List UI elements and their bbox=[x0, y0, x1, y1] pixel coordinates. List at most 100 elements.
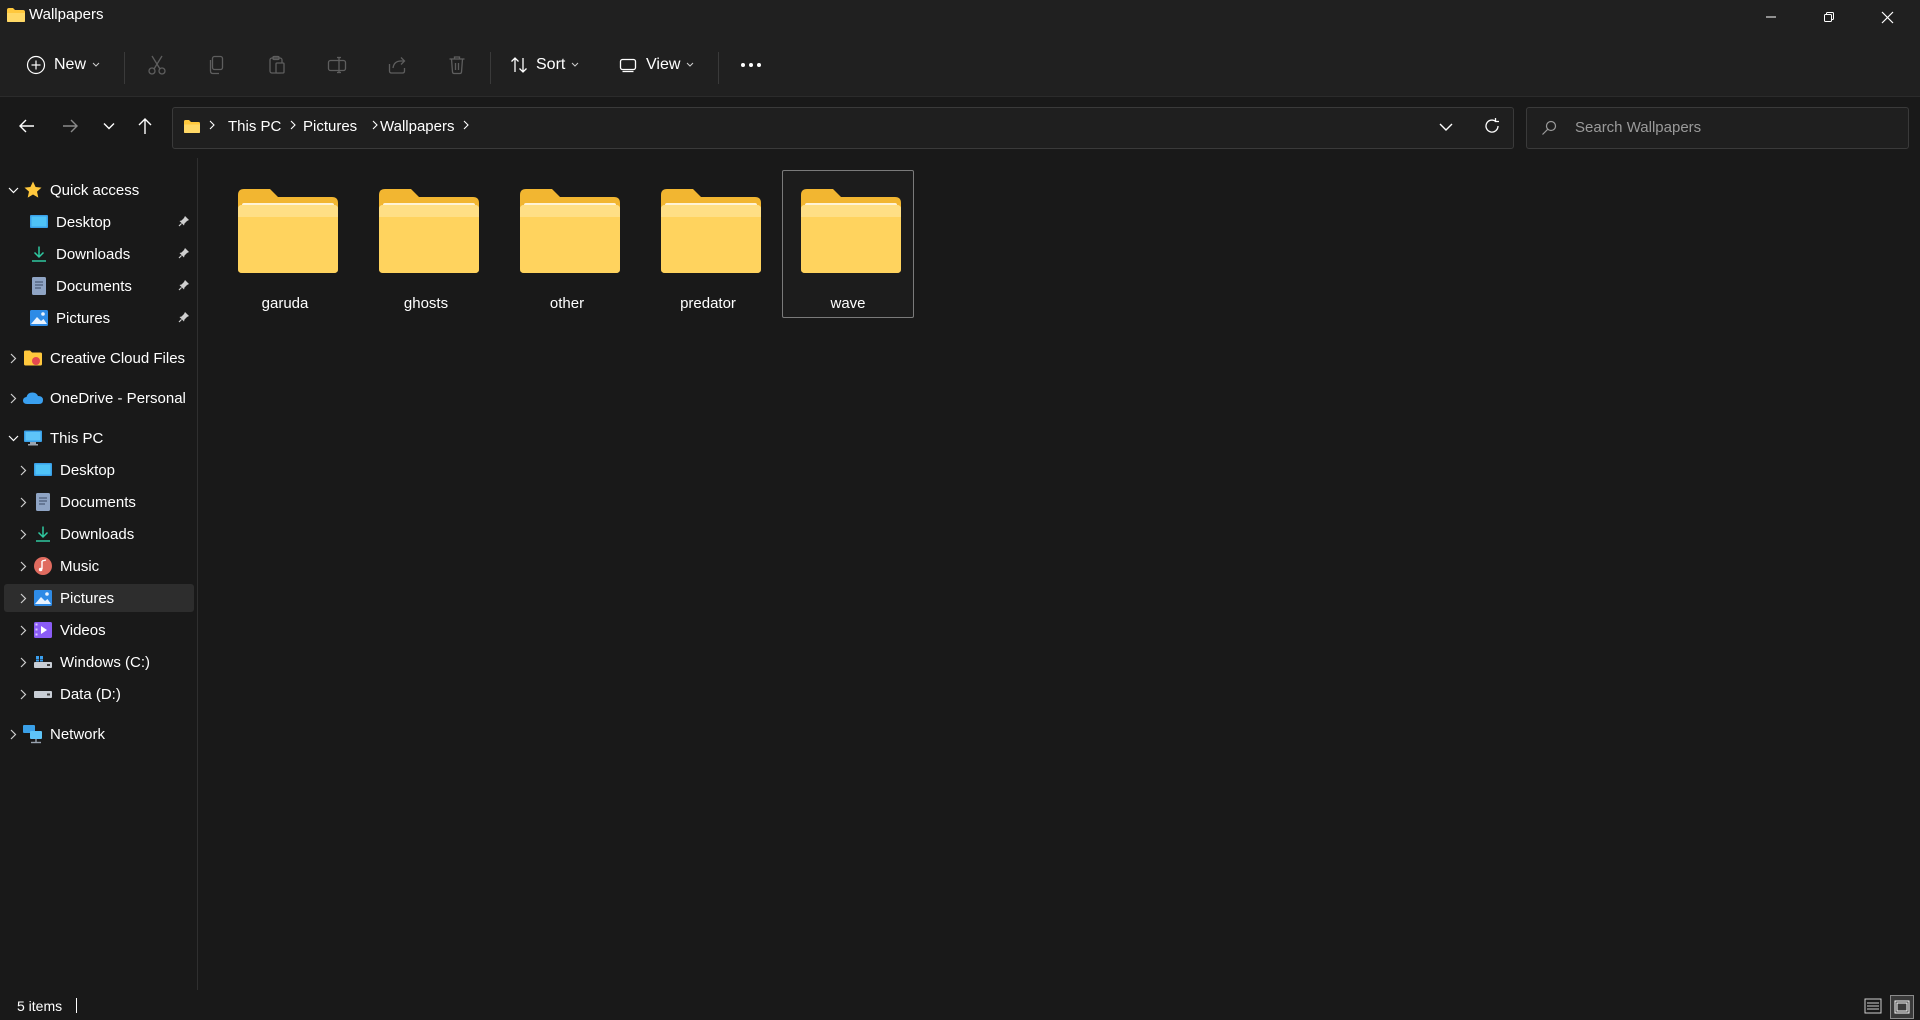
sidebar-item-pc-pictures[interactable]: Pictures bbox=[4, 584, 194, 612]
new-label: New bbox=[54, 56, 87, 73]
sidebar-item-label: Creative Cloud Files bbox=[50, 349, 186, 367]
pin-icon bbox=[178, 215, 190, 227]
folder-item[interactable]: predator bbox=[642, 170, 774, 318]
sidebar-item-pc-music[interactable]: Music bbox=[4, 552, 194, 580]
rename-button[interactable] bbox=[314, 48, 360, 82]
chevron-right-icon[interactable] bbox=[14, 593, 32, 604]
navigation-row: This PC Pictures Wallpapers Search Wallp… bbox=[0, 97, 1920, 158]
up-button[interactable] bbox=[128, 109, 162, 143]
sidebar-item-pc-drive-c[interactable]: Windows (C:) bbox=[4, 648, 194, 676]
sidebar-item-qa-documents[interactable]: Documents bbox=[4, 272, 194, 300]
breadcrumb-this-pc[interactable]: This PC bbox=[228, 118, 281, 135]
sort-button[interactable]: Sort bbox=[502, 48, 594, 82]
view-button[interactable]: View bbox=[610, 48, 704, 82]
cut-button[interactable] bbox=[134, 48, 180, 82]
sidebar-item-qa-pictures[interactable]: Pictures bbox=[4, 304, 194, 332]
chevron-right-icon[interactable] bbox=[4, 729, 22, 740]
forward-button[interactable] bbox=[53, 109, 87, 143]
chevron-right-icon[interactable] bbox=[14, 465, 32, 476]
chevron-right-icon[interactable] bbox=[14, 625, 32, 636]
breadcrumb-wallpapers[interactable]: Wallpapers bbox=[380, 118, 454, 135]
chevron-right-icon[interactable] bbox=[4, 393, 22, 404]
sidebar-item-pc-drive-d[interactable]: Data (D:) bbox=[4, 680, 194, 708]
sidebar-item-pc-desktop[interactable]: Desktop bbox=[4, 456, 194, 484]
delete-button[interactable] bbox=[434, 48, 480, 82]
arrow-up-icon bbox=[138, 118, 152, 134]
chevron-right-icon bbox=[209, 120, 215, 130]
pictures-icon bbox=[28, 308, 50, 328]
refresh-icon bbox=[1485, 118, 1499, 133]
chevron-right-icon[interactable] bbox=[14, 561, 32, 572]
refresh-button[interactable] bbox=[1483, 117, 1501, 135]
sidebar-item-label: Downloads bbox=[60, 525, 135, 543]
large-icons-view-button[interactable] bbox=[1890, 995, 1914, 1019]
chevron-right-icon[interactable] bbox=[14, 689, 32, 700]
close-button[interactable] bbox=[1858, 0, 1916, 34]
share-button[interactable] bbox=[374, 48, 420, 82]
status-bar: 5 items bbox=[0, 990, 1920, 1020]
videos-icon bbox=[32, 620, 54, 640]
sidebar-item-label: Videos bbox=[60, 621, 106, 639]
details-view-button[interactable] bbox=[1862, 995, 1884, 1017]
chevron-right-icon[interactable] bbox=[14, 657, 32, 668]
title-bar: Wallpapers bbox=[0, 0, 1920, 34]
music-icon bbox=[32, 556, 54, 576]
sidebar-item-pc-documents[interactable]: Documents bbox=[4, 488, 194, 516]
sidebar-item-quick-access[interactable]: Quick access bbox=[4, 176, 194, 204]
sidebar-item-label: Documents bbox=[60, 493, 136, 511]
chevron-down-icon bbox=[686, 62, 694, 68]
plus-circle-icon bbox=[18, 55, 54, 75]
drive-d-icon bbox=[32, 684, 54, 704]
sidebar-item-qa-downloads[interactable]: Downloads bbox=[4, 240, 194, 268]
chevron-down-icon[interactable] bbox=[4, 435, 22, 442]
sidebar-item-pc-videos[interactable]: Videos bbox=[4, 616, 194, 644]
restore-icon bbox=[1824, 12, 1834, 22]
address-bar[interactable]: This PC Pictures Wallpapers bbox=[172, 107, 1514, 149]
paste-button[interactable] bbox=[254, 48, 300, 82]
sidebar-item-this-pc[interactable]: This PC bbox=[4, 424, 194, 452]
folder-icon bbox=[661, 189, 761, 273]
folder-item[interactable]: ghosts bbox=[360, 170, 492, 318]
folder-item[interactable]: wave bbox=[782, 170, 914, 318]
window-title: Wallpapers bbox=[29, 6, 104, 23]
details-view-icon bbox=[1864, 998, 1882, 1014]
sidebar-item-label: Pictures bbox=[60, 589, 115, 607]
minimize-button[interactable] bbox=[1742, 0, 1800, 34]
toolbar-divider bbox=[124, 52, 125, 84]
new-button[interactable]: New bbox=[18, 48, 110, 82]
sidebar-item-label: Data (D:) bbox=[60, 685, 121, 703]
search-box[interactable]: Search Wallpapers bbox=[1526, 107, 1909, 149]
sidebar-item-label: Desktop bbox=[60, 461, 116, 479]
chevron-right-icon[interactable] bbox=[14, 529, 32, 540]
cut-icon bbox=[134, 55, 180, 75]
folder-icon bbox=[520, 189, 620, 273]
back-button[interactable] bbox=[10, 109, 44, 143]
cloud-icon bbox=[22, 388, 44, 408]
chevron-right-icon[interactable] bbox=[14, 497, 32, 508]
sidebar-item-qa-desktop[interactable]: Desktop bbox=[4, 208, 194, 236]
folder-name: other bbox=[549, 295, 585, 312]
copy-button[interactable] bbox=[194, 48, 240, 82]
pin-icon bbox=[178, 247, 190, 259]
folder-icon bbox=[379, 189, 479, 273]
file-list: garuda ghosts other predator wave bbox=[198, 158, 1920, 990]
chevron-right-icon[interactable] bbox=[4, 353, 22, 364]
breadcrumb-pictures[interactable]: Pictures bbox=[303, 118, 357, 135]
sidebar-item-creative-cloud[interactable]: Creative Cloud Files bbox=[4, 344, 194, 372]
folder-icon bbox=[6, 7, 26, 23]
search-input[interactable]: Search Wallpapers bbox=[1575, 119, 1701, 136]
sidebar-item-pc-downloads[interactable]: Downloads bbox=[4, 520, 194, 548]
recent-locations-button[interactable] bbox=[92, 109, 126, 143]
address-history-button[interactable] bbox=[1439, 119, 1453, 135]
folder-name: ghosts bbox=[403, 295, 449, 312]
restore-button[interactable] bbox=[1800, 0, 1858, 34]
toolbar-divider bbox=[490, 52, 491, 84]
share-icon bbox=[374, 55, 420, 75]
chevron-down-icon[interactable] bbox=[4, 187, 22, 194]
folder-item[interactable]: garuda bbox=[219, 170, 351, 318]
sidebar-item-network[interactable]: Network bbox=[4, 720, 194, 748]
more-options-button[interactable] bbox=[728, 48, 774, 82]
sidebar-item-onedrive[interactable]: OneDrive - Personal bbox=[4, 384, 194, 412]
view-icon bbox=[610, 56, 646, 74]
folder-item[interactable]: other bbox=[501, 170, 633, 318]
